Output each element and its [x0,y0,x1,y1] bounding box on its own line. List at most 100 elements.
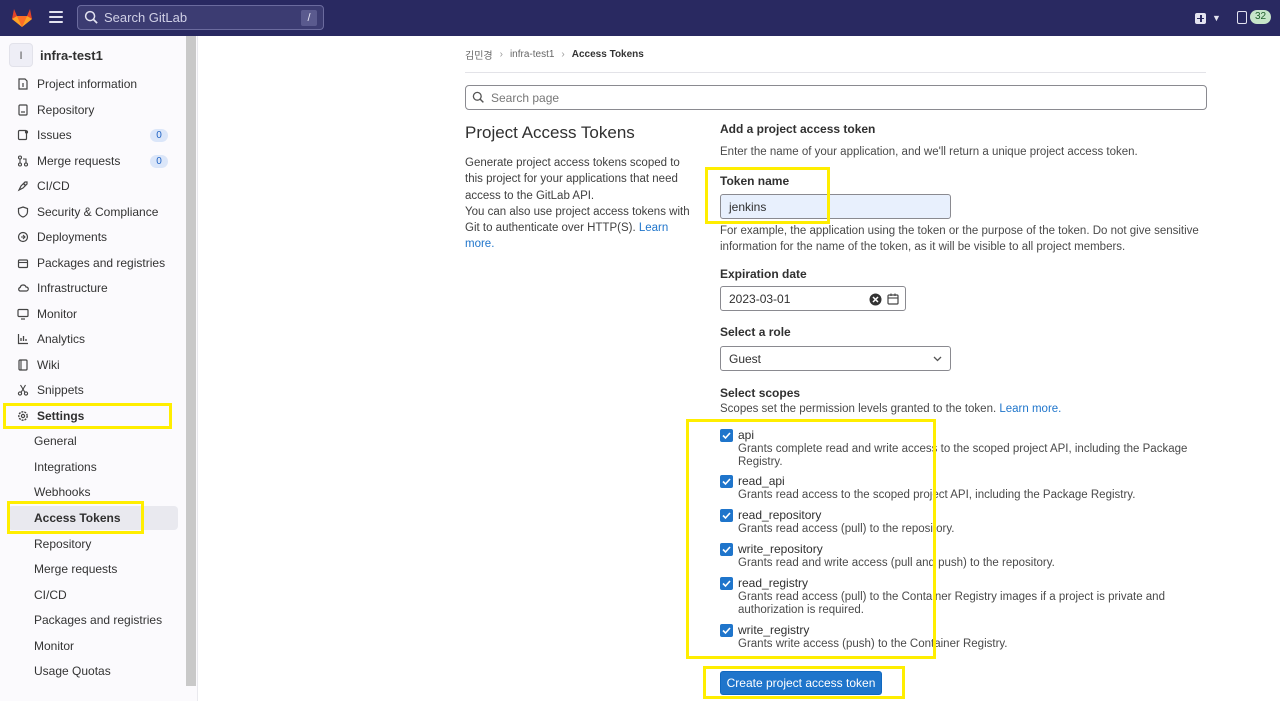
top-bar: Search GitLab / ▼ 32 [0,0,1280,36]
expiration-date-value: 2023-03-01 [729,291,791,306]
scope-description: Grants read access (pull) to the Contain… [738,591,1165,616]
clear-icon[interactable] [869,293,882,306]
checkbox-read-repository[interactable] [720,509,733,522]
form-intro: Enter the name of your application, and … [720,146,1138,158]
sidebar-item-analytics[interactable]: Analytics [8,327,178,351]
plus-icon [1195,12,1206,24]
settings-item-packages-registries[interactable]: Packages and registries [8,608,178,632]
page-title: Project Access Tokens [465,123,635,142]
sidebar-item-project-information[interactable]: Project information [8,72,178,96]
sidebar-scrollbar[interactable] [186,36,196,686]
merge-request-icon [1237,10,1247,24]
merge-requests-button[interactable]: 32 [1237,10,1272,24]
new-item-button[interactable]: ▼ [1195,11,1223,25]
sidebar-item-repository[interactable]: Repository [8,98,178,122]
info-icon [18,78,28,90]
breadcrumb-project[interactable]: infra-test1 [510,49,554,60]
search-icon [84,10,98,24]
sidebar-item-merge-requests[interactable]: Merge requests 0 [8,149,178,173]
breadcrumb-separator-icon: › [499,49,503,60]
checkbox-write-repository[interactable] [720,543,733,556]
merge-requests-count-badge: 0 [150,155,168,168]
search-shortcut-key: / [301,10,317,26]
breadcrumb-current[interactable]: Access Tokens [572,49,644,60]
merge-icon [17,155,29,167]
sidebar-item-deployments[interactable]: Deployments [8,225,178,249]
page-description: Generate project access tokens scoped to… [465,157,690,251]
check-icon [722,580,731,588]
settings-item-repository[interactable]: Repository [8,532,178,556]
scope-description: Grants read access to the scoped project… [738,489,1136,501]
chevron-down-icon: ▼ [1212,13,1221,23]
scissors-icon [17,384,29,396]
sidebar-item-monitor[interactable]: Monitor [8,302,178,326]
settings-item-monitor[interactable]: Monitor [8,634,178,658]
chevron-down-icon [933,356,942,362]
doc-icon [18,104,28,116]
scopes-help: Scopes set the permission levels granted… [720,403,1062,415]
sidebar-item-settings[interactable]: Settings [8,404,178,428]
settings-item-usage-quotas[interactable]: Usage Quotas [8,659,178,683]
deploy-icon [17,231,29,243]
package-icon [17,259,29,269]
token-name-label: Token name [720,174,790,188]
checkbox-read-api[interactable] [720,475,733,488]
role-value: Guest [729,351,762,366]
sidebar-project-header[interactable]: I infra-test1 [9,43,103,67]
breadcrumb: 김민경 › infra-test1 › Access Tokens [465,47,644,62]
expiration-date-input[interactable]: 2023-03-01 [720,286,906,311]
sidebar-item-snippets[interactable]: Snippets [8,378,178,402]
breadcrumb-user[interactable]: 김민경 [465,47,493,62]
sidebar-item-infrastructure[interactable]: Infrastructure [8,276,178,300]
settings-item-general[interactable]: General [8,429,178,453]
checkbox-read-registry[interactable] [720,577,733,590]
scope-name: read_repository [738,508,822,522]
gear-icon [18,411,28,421]
search-placeholder: Search GitLab [104,10,188,25]
scope-name: read_registry [738,576,809,590]
project-avatar: I [9,43,33,67]
gitlab-logo-icon[interactable] [11,7,33,28]
sidebar-item-issues[interactable]: Issues 0 [8,123,178,147]
search-icon [472,91,484,103]
divider [465,72,1206,73]
create-access-token-button[interactable]: Create project access token [720,671,882,695]
settings-item-webhooks[interactable]: Webhooks [8,480,178,504]
scopes-learn-more-link[interactable]: Learn more. [999,403,1061,415]
token-name-value: jenkins [729,199,767,214]
checkbox-write-registry[interactable] [720,624,733,637]
calendar-icon[interactable] [887,293,899,305]
scope-name: write_registry [738,623,810,637]
rocket-icon [17,181,28,192]
role-select[interactable]: Guest [720,346,951,371]
merge-request-count: 32 [1250,10,1272,24]
page-search-placeholder: Search page [491,90,560,105]
sidebar-item-wiki[interactable]: Wiki [8,353,178,377]
scope-description: Grants complete read and write access to… [738,443,1188,468]
check-icon [722,546,731,554]
scope-name: read_api [738,474,785,488]
settings-item-integrations[interactable]: Integrations [8,455,178,479]
token-name-input[interactable]: jenkins [720,194,951,219]
global-search-input[interactable]: Search GitLab / [77,5,324,30]
sidebar-item-cicd[interactable]: CI/CD [8,174,178,198]
breadcrumb-separator-icon: › [561,49,565,60]
sidebar-item-packages-registries[interactable]: Packages and registries [8,251,178,275]
page-search-input[interactable]: Search page [465,85,1207,110]
menu-icon[interactable] [49,11,63,23]
form-heading: Add a project access token [720,122,876,136]
settings-item-access-tokens[interactable]: Access Tokens [8,506,178,530]
checkbox-api[interactable] [720,429,733,442]
settings-item-merge-requests[interactable]: Merge requests [8,557,178,581]
settings-item-cicd[interactable]: CI/CD [8,583,178,607]
scope-description: Grants read access (pull) to the reposit… [738,523,955,535]
expiration-date-label: Expiration date [720,267,807,281]
sidebar: I infra-test1 Project information Reposi… [0,36,198,701]
sidebar-item-security-compliance[interactable]: Security & Compliance [8,200,178,224]
issues-count-badge: 0 [150,129,168,142]
check-icon [722,478,731,486]
role-label: Select a role [720,325,791,339]
check-icon [722,432,731,440]
project-name: infra-test1 [40,47,103,63]
scope-description: Grants write access (push) to the Contai… [738,638,1008,650]
